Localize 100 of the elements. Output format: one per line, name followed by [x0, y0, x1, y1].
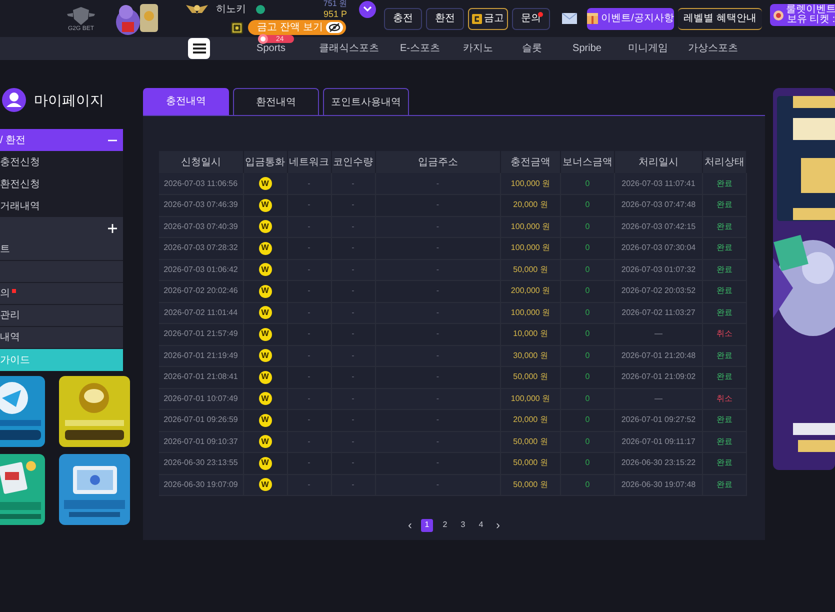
- table-cell: -: [352, 394, 354, 403]
- page-button[interactable]: 1: [421, 518, 433, 532]
- eye-off-icon: [326, 22, 343, 33]
- currency-badge: W: [258, 263, 272, 276]
- previous-page-button[interactable]: ‹: [405, 516, 415, 534]
- event-button[interactable]: 이벤트/공지사항: [587, 8, 674, 30]
- amount: 50,000 원: [513, 480, 548, 489]
- roulette-button[interactable]: 룰렛이벤트 보유 티켓 :: [770, 4, 835, 26]
- sidebar-item[interactable]: 충전신청: [0, 151, 123, 173]
- amount: 100,000 원: [510, 178, 550, 188]
- processed-time: 2026-07-03 11:07:41: [622, 178, 696, 188]
- safe-icon: [231, 22, 243, 34]
- table-cell: -: [308, 458, 310, 468]
- nav-link[interactable]: Spribe: [572, 43, 602, 54]
- processed-time: 2026-07-03 01:07:32: [621, 264, 696, 274]
- bonus-amount: 0: [585, 415, 590, 424]
- table-cell: -: [436, 329, 440, 338]
- table-cell: -: [436, 394, 440, 403]
- sidebar-item[interactable]: 내역: [0, 327, 123, 349]
- table-cell: -: [436, 200, 440, 210]
- table-cell: -: [352, 286, 354, 296]
- sidebar-item[interactable]: [0, 217, 123, 239]
- username: 히노키: [216, 2, 246, 16]
- request-time: 2026-07-01 09:26:59: [164, 415, 238, 424]
- next-page-button[interactable]: ›: [493, 516, 503, 534]
- sidebar-item[interactable]: 환전신청: [0, 173, 123, 195]
- request-time: 2026-07-03 01:06:42: [164, 264, 238, 274]
- page-button[interactable]: 4: [475, 518, 487, 532]
- nav-link[interactable]: 슬롯: [522, 43, 542, 54]
- dropdown-button[interactable]: [359, 0, 376, 18]
- chevron-down-icon: [363, 6, 372, 12]
- status-text: 완료: [716, 222, 732, 231]
- bonus-amount: 0: [585, 436, 590, 446]
- mail-icon[interactable]: [562, 13, 577, 24]
- table-cell: -: [436, 415, 440, 424]
- status-text: 완료: [716, 178, 732, 188]
- currency-badge: W: [258, 284, 272, 298]
- table-cell: -: [352, 458, 354, 468]
- table-cell: -: [436, 178, 440, 188]
- sidebar-item[interactable]: / 환전: [0, 129, 123, 151]
- currency-badge: W: [258, 392, 272, 406]
- table-cell: -: [308, 243, 310, 252]
- currency-badge: W: [258, 306, 272, 320]
- table-cell: -: [308, 200, 310, 210]
- shield-logo-icon: [66, 6, 96, 26]
- header-button[interactable]: 충전: [384, 8, 422, 30]
- nav-link[interactable]: E-스포츠: [400, 43, 440, 54]
- coin-icon: [258, 34, 268, 44]
- amount: 50,000 원: [513, 458, 548, 468]
- status-text: 완료: [716, 200, 732, 210]
- table-cell: -: [436, 243, 440, 252]
- status-dot-icon: [256, 4, 265, 14]
- processed-time: 2026-06-30 19:07:48: [621, 480, 696, 489]
- nav-link[interactable]: 가상스포츠: [688, 43, 738, 54]
- level-benefits-button[interactable]: 레벨별 혜택안내: [678, 8, 762, 30]
- table-cell: -: [352, 372, 354, 382]
- tab[interactable]: 포인트사용내역: [323, 88, 409, 115]
- roulette-tickets: 보유 티켓 :: [786, 15, 835, 25]
- table-cell: -: [352, 436, 354, 446]
- sidebar-item[interactable]: [0, 261, 123, 283]
- nav-link[interactable]: Sports: [256, 43, 286, 54]
- processed-time: 2026-07-02 20:03:52: [621, 286, 696, 296]
- header-button[interactable]: 환전: [426, 8, 464, 30]
- currency-badge: W: [258, 328, 272, 341]
- page-button[interactable]: 2: [439, 518, 451, 532]
- status-text: 완료: [716, 372, 732, 382]
- request-time: 2026-07-01 10:07:49: [164, 394, 238, 403]
- amount: 20,000 원: [513, 415, 548, 424]
- amount: 50,000 원: [513, 436, 548, 446]
- sidebar-item[interactable]: 트: [0, 239, 123, 261]
- safe-icon: [472, 14, 482, 24]
- amount: 100,000 원: [510, 222, 550, 231]
- amount: 10,000 원: [513, 329, 548, 338]
- status-text: 완료: [716, 286, 732, 296]
- request-time: 2026-07-01 09:10:37: [164, 436, 238, 446]
- nav-link[interactable]: 카지노: [463, 43, 493, 54]
- mypage-title: 마이페이지: [34, 90, 104, 110]
- currency-badge: W: [258, 478, 272, 492]
- table-cell: -: [436, 308, 440, 317]
- page-button[interactable]: 3: [457, 518, 469, 532]
- request-time: 2026-06-30 19:07:09: [164, 480, 238, 489]
- sidebar-item[interactable]: 관리: [0, 305, 123, 327]
- request-time: 2026-07-03 11:06:56: [164, 178, 238, 188]
- request-time: 2026-07-01 21:57:49: [164, 329, 238, 338]
- nav-link[interactable]: 미니게임: [628, 43, 668, 54]
- request-time: 2026-07-01 21:19:49: [164, 350, 238, 360]
- tab[interactable]: 환전내역: [233, 88, 319, 115]
- currency-badge: W: [258, 220, 272, 234]
- bonus-amount: 0: [585, 264, 590, 274]
- sidebar-item[interactable]: 거래내역: [0, 195, 123, 217]
- table-cell: -: [436, 264, 440, 274]
- nav-link[interactable]: 클래식스포츠: [319, 43, 379, 54]
- bonus-amount: 0: [585, 329, 590, 338]
- processed-time: —: [654, 394, 662, 403]
- sidebar-item[interactable]: 의: [0, 283, 123, 305]
- amount: 50,000 원: [513, 264, 548, 274]
- menu-button[interactable]: [188, 38, 210, 59]
- header-button[interactable]: 금고: [468, 8, 508, 30]
- request-time: 2026-07-03 07:28:32: [164, 243, 238, 252]
- tab[interactable]: 충전내역: [143, 88, 229, 115]
